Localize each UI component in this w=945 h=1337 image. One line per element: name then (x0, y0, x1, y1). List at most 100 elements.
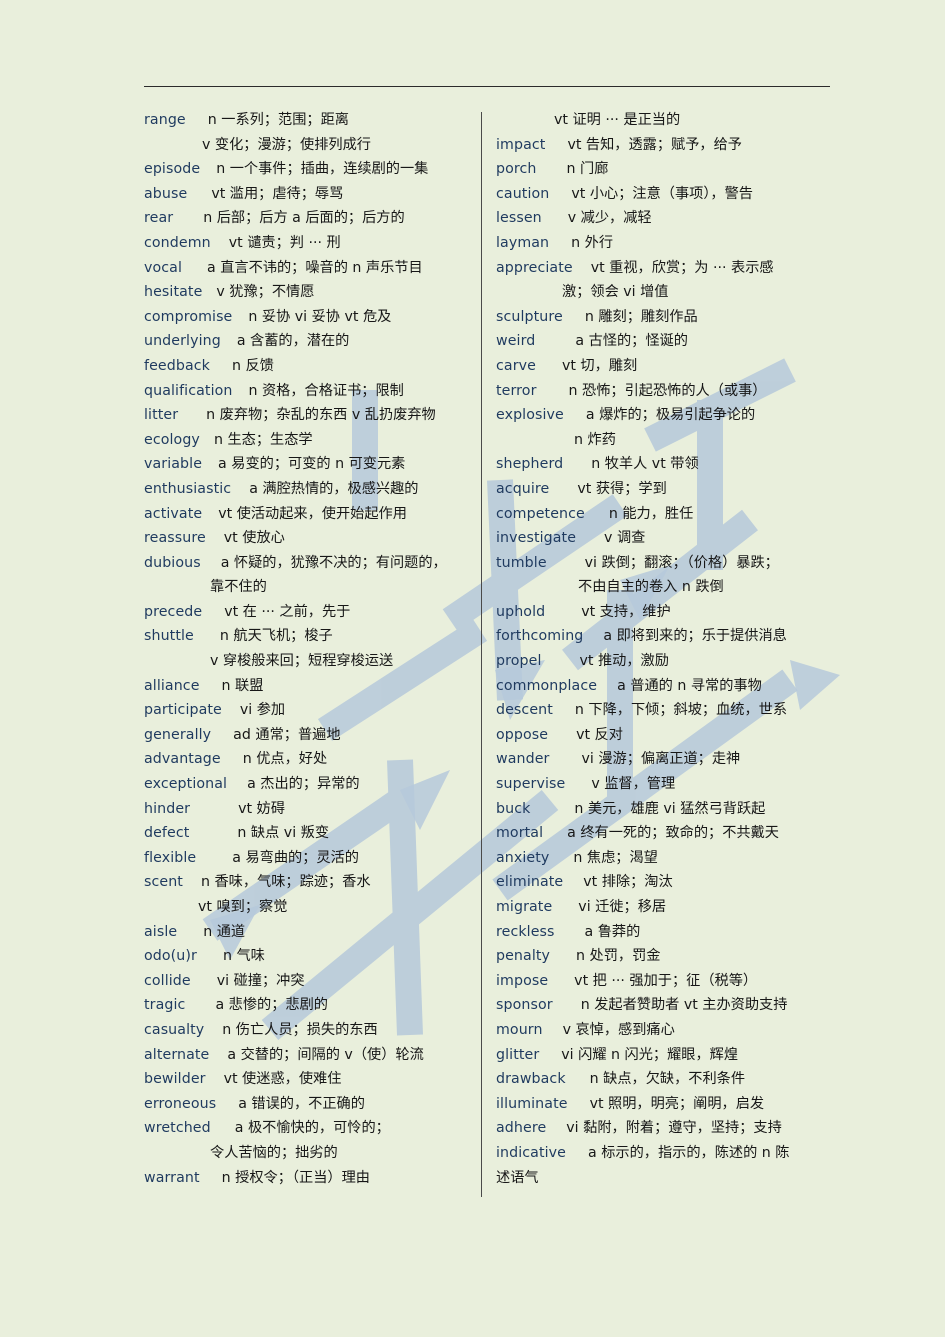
entry-definition: n 焦虑；渴望 (573, 849, 658, 866)
glossary-entry-continuation: 令人苦恼的；拙劣的 (144, 1141, 474, 1166)
glossary-entry: erroneous a 错误的，不正确的 (144, 1092, 474, 1117)
glossary-entry-continuation: 述语气 (496, 1166, 832, 1191)
glossary-entry: hinder vt 妨碍 (144, 797, 474, 822)
glossary-entry: mortal a 终有一死的；致命的；不共戴天 (496, 821, 832, 846)
entry-definition: n 妥协 vi 妥协 vt 危及 (248, 308, 392, 325)
entry-definition: n 通道 (203, 923, 246, 940)
glossary-entry-continuation: vt 证明 ··· 是正当的 (496, 108, 832, 133)
entry-definition: n 优点，好处 (242, 751, 328, 768)
entry-headword: impose (496, 972, 549, 989)
entry-definition: n 气味 (222, 948, 265, 965)
entry-definition: vt 嗅到；察觉 (198, 899, 288, 915)
glossary-entry: aisle n 通道 (144, 920, 474, 945)
entry-definition: n 反馈 (231, 357, 274, 374)
entry-definition: ad 通常；普遍地 (233, 726, 341, 743)
glossary-entry: generally ad 通常；普遍地 (144, 723, 474, 748)
glossary-entry: warrant n 授权令；（正当）理由 (144, 1166, 474, 1191)
glossary-entry: competence n 能力，胜任 (496, 502, 832, 527)
entry-headword: alternate (144, 1046, 210, 1063)
entry-headword: sponsor (496, 997, 553, 1014)
entry-definition: vt 支持，维护 (581, 603, 671, 620)
entry-definition: vi 迁徙；移居 (578, 899, 667, 915)
entry-headword: rear (144, 210, 174, 227)
glossary-entry: tumble vi 跌倒；翻滚；（价格）暴跌； (496, 551, 832, 576)
entry-definition: a 怀疑的，犹豫不决的；有问题的， (220, 554, 447, 571)
entry-definition: vt 切，雕刻 (561, 357, 638, 374)
entry-headword: abuse (144, 185, 188, 202)
entry-definition: 述语气 (496, 1169, 539, 1186)
entry-headword: explosive (496, 407, 564, 424)
entry-definition: vi 参加 (239, 702, 286, 719)
entry-headword: condemn (144, 234, 211, 251)
entry-headword: ecology (144, 431, 200, 448)
entry-headword: indicative (496, 1144, 567, 1161)
glossary-entry-continuation: 不由自主的卷入 n 跌倒 (496, 575, 832, 600)
entry-definition: a 鲁莽的 (584, 923, 641, 940)
entry-definition: v 调查 (604, 530, 646, 547)
entry-headword: buck (496, 800, 531, 817)
entry-definition: n 发起者赞助者 vt 主办资助支持 (580, 997, 788, 1014)
glossary-entry: descent n 下降，下倾；斜坡；血统，世系 (496, 698, 832, 723)
entry-headword: investigate (496, 530, 577, 547)
entry-definition: a 极不愉快的，可怜的； (234, 1120, 390, 1137)
entry-definition: n 美元，雄鹿 vi 猛然弓背跃起 (574, 800, 766, 817)
entry-headword: carve (496, 357, 536, 374)
glossary-entry: variable a 易变的；可变的 n 可变元素 (144, 452, 474, 477)
entry-headword: adhere (496, 1120, 547, 1137)
entry-headword: feedback (144, 357, 210, 374)
entry-headword: flexible (144, 849, 197, 866)
glossary-entry: impact vt 告知，透露；赋予，给予 (496, 133, 832, 158)
entry-headword: lessen (496, 210, 542, 227)
entry-headword: hesitate (144, 284, 203, 301)
entry-headword: drawback (496, 1071, 566, 1088)
glossary-entry: sculpture n 雕刻；雕刻作品 (496, 305, 832, 330)
entry-headword: terror (496, 382, 537, 399)
entry-definition: a 含蓄的，潜在的 (236, 333, 350, 350)
glossary-entry: tragic a 悲惨的；悲剧的 (144, 993, 474, 1018)
entry-headword: layman (496, 234, 550, 251)
entry-definition: vt 使放心 (223, 530, 285, 547)
document-page: range n 一系列；范围；距离 v 变化；漫游；使排列成行 episode n 一个… (0, 0, 945, 1337)
glossary-entry: dubious a 怀疑的，犹豫不决的；有问题的， (144, 551, 474, 576)
entry-headword: aisle (144, 923, 178, 940)
glossary-entry: odo(u)r n 气味 (144, 944, 474, 969)
glossary-entry-continuation: 激；领会 vi 增值 (496, 280, 832, 305)
entry-definition: vt 照明，明亮；阐明，启发 (589, 1095, 765, 1112)
glossary-entry: commonplace a 普通的 n 寻常的事物 (496, 674, 832, 699)
entry-definition: n 缺点，欠缺，不利条件 (589, 1071, 746, 1088)
entry-definition: n 航天飞机；梭子 (219, 628, 333, 645)
glossary-entry: rear n 后部；后方 a 后面的；后方的 (144, 206, 474, 231)
glossary-entry: shepherd n 牧羊人 vt 带领 (496, 452, 832, 477)
entry-headword: propel (496, 653, 542, 670)
glossary-entry: shuttle n 航天飞机；梭子 (144, 624, 474, 649)
entry-definition: v 犹豫；不情愿 (216, 284, 315, 301)
glossary-entry: exceptional a 杰出的；异常的 (144, 772, 474, 797)
glossary-entry: reassure vt 使放心 (144, 526, 474, 551)
glossary-entry: glitter vi 闪耀 n 闪光；耀眼，辉煌 (496, 1043, 832, 1068)
glossary-entry: wander vi 漫游；偏离正道；走神 (496, 747, 832, 772)
entry-definition: n 后部；后方 a 后面的；后方的 (203, 210, 405, 227)
entry-definition: vi 碰撞；冲突 (216, 972, 305, 989)
entry-definition: vt 推动，激励 (579, 653, 669, 670)
glossary-entry: vocal a 直言不讳的；噪音的 n 声乐节目 (144, 256, 474, 281)
glossary-entry: porch n 门廊 (496, 157, 832, 182)
glossary-entry: acquire vt 获得；学到 (496, 477, 832, 502)
entry-definition: a 交替的；间隔的 v（使）轮流 (227, 1046, 424, 1063)
entry-definition: n 处罚，罚金 (576, 948, 661, 965)
entry-headword: weird (496, 333, 536, 350)
entry-definition: a 爆炸的；极易引起争论的 (585, 407, 756, 424)
entry-headword: litter (144, 407, 179, 424)
glossary-entry: alternate a 交替的；间隔的 v（使）轮流 (144, 1043, 474, 1068)
entry-headword: alliance (144, 677, 200, 694)
entry-headword: tumble (496, 554, 547, 571)
glossary-entry: abuse vt 滥用；虐待；辱骂 (144, 182, 474, 207)
entry-definition: n 雕刻；雕刻作品 (584, 308, 698, 325)
entry-definition: vt 排除；淘汰 (583, 874, 673, 891)
glossary-entry: appreciate vt 重视，欣赏；为 ··· 表示感 (496, 256, 832, 281)
entry-definition: vt 重视，欣赏；为 ··· 表示感 (590, 259, 774, 276)
entry-definition: vt 谴责；判 ··· 刑 (228, 234, 341, 251)
glossary-entry: hesitate v 犹豫；不情愿 (144, 280, 474, 305)
glossary-entry: alliance n 联盟 (144, 674, 474, 699)
glossary-entry: forthcoming a 即将到来的；乐于提供消息 (496, 624, 832, 649)
entry-headword: appreciate (496, 259, 573, 276)
